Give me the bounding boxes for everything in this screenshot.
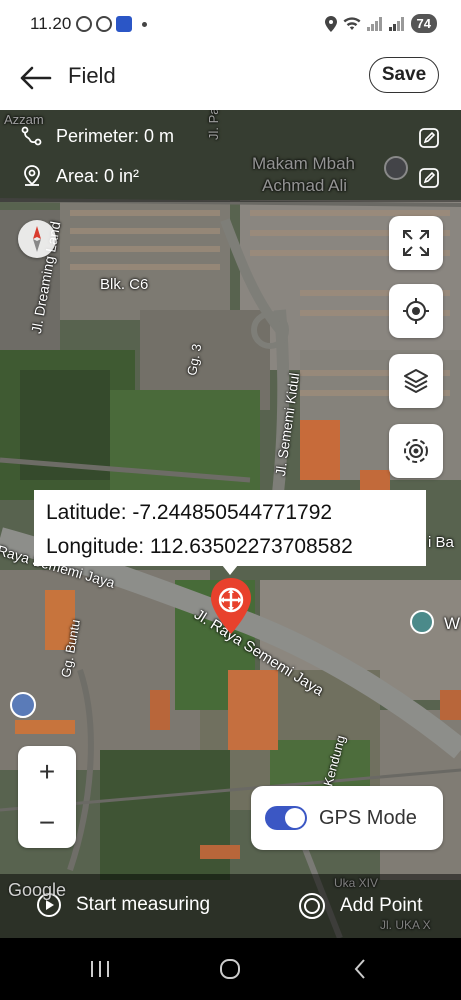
- back-button[interactable]: [18, 60, 54, 96]
- edit-perimeter-button[interactable]: [417, 126, 441, 150]
- status-time: 11.20: [30, 14, 72, 33]
- compass-button[interactable]: [18, 220, 56, 258]
- compass-icon: [33, 226, 41, 252]
- battery-indicator: 74: [410, 14, 437, 33]
- start-measuring-label: Start measuring: [76, 894, 211, 915]
- system-icons: 74: [324, 14, 437, 33]
- gps-mode-toggle[interactable]: [265, 806, 307, 830]
- gps-mode-label: GPS Mode: [319, 806, 417, 829]
- gps-target-button[interactable]: [389, 424, 443, 478]
- map-label-w: W: [444, 614, 461, 633]
- app-bar: Field Save: [0, 50, 461, 110]
- save-button[interactable]: Save: [369, 57, 439, 93]
- fullscreen-button[interactable]: [389, 216, 443, 270]
- pencil-icon: [419, 168, 439, 188]
- zoom-in-button[interactable]: +: [18, 746, 76, 797]
- chevron-left-icon: [354, 959, 365, 979]
- map-label-ba: i Ba: [428, 534, 454, 551]
- area-value: Area: 0 in²: [56, 165, 140, 186]
- recent-apps-button[interactable]: [80, 956, 120, 982]
- whatsapp-icon: [76, 16, 92, 32]
- wifi-icon: [343, 16, 361, 30]
- back-nav-button[interactable]: [340, 956, 380, 982]
- latitude-text: Latitude: -7.244850544771792: [46, 501, 333, 524]
- status-bar: 11.20 74: [0, 0, 461, 50]
- area-row: Area: 0 in²: [20, 164, 139, 188]
- map-layers-button[interactable]: [389, 354, 443, 408]
- add-point-button[interactable]: Add Point: [298, 892, 422, 920]
- zoom-controls: + −: [18, 746, 76, 848]
- home-circle-icon: [220, 959, 240, 979]
- page-title: Field: [68, 63, 116, 88]
- measure-action-bar: Start measuring Add Point: [0, 874, 461, 938]
- map-view[interactable]: Azzam Jl. Palem Makam Mbah Achmad Ali Jl…: [0, 110, 461, 938]
- longitude-text: Longitude: 112.63502273708582: [46, 535, 353, 558]
- edit-area-button[interactable]: [417, 166, 441, 190]
- location-pin-icon: [24, 165, 40, 186]
- my-location-button[interactable]: [389, 284, 443, 338]
- pencil-icon: [419, 128, 439, 148]
- app-badge-icon: [116, 16, 132, 32]
- home-button[interactable]: [210, 956, 250, 982]
- location-status-icon: [324, 15, 337, 32]
- coordinates-popup: Latitude: -7.244850544771792 Longitude: …: [34, 490, 426, 566]
- signal-2-icon: [388, 16, 404, 31]
- google-attribution: Google: [8, 880, 67, 900]
- more-notifications-icon: [142, 21, 147, 27]
- arrow-left-icon: [20, 66, 52, 90]
- system-navigation-bar: [0, 938, 461, 1000]
- popup-pointer: [222, 565, 238, 575]
- perimeter-icon: [21, 126, 42, 146]
- location-marker[interactable]: [209, 576, 253, 641]
- expand-icon: [403, 230, 429, 256]
- zoom-out-button[interactable]: −: [18, 797, 76, 848]
- place-marker-icon[interactable]: [410, 610, 434, 634]
- radio-circle-icon: [299, 893, 325, 919]
- notification-icons: [76, 16, 147, 32]
- layers-icon: [404, 369, 428, 393]
- gps-mode-panel: GPS Mode: [251, 786, 443, 850]
- toggle-knob: [285, 808, 305, 828]
- measurement-panel: Perimeter: 0 m Area: 0 in²: [0, 110, 461, 202]
- recents-icon: [91, 961, 109, 977]
- signal-icon: [366, 16, 382, 31]
- crosshair-icon: [403, 298, 429, 324]
- map-label-blk-c6: Blk. C6: [100, 276, 149, 293]
- target-icon: [404, 439, 428, 463]
- add-point-label: Add Point: [340, 895, 423, 916]
- perimeter-value: Perimeter: 0 m: [56, 125, 175, 146]
- map-pin-icon: [211, 578, 251, 634]
- perimeter-row: Perimeter: 0 m: [20, 124, 174, 148]
- school-marker-icon[interactable]: [10, 692, 36, 718]
- app-notification-icon: [96, 16, 112, 32]
